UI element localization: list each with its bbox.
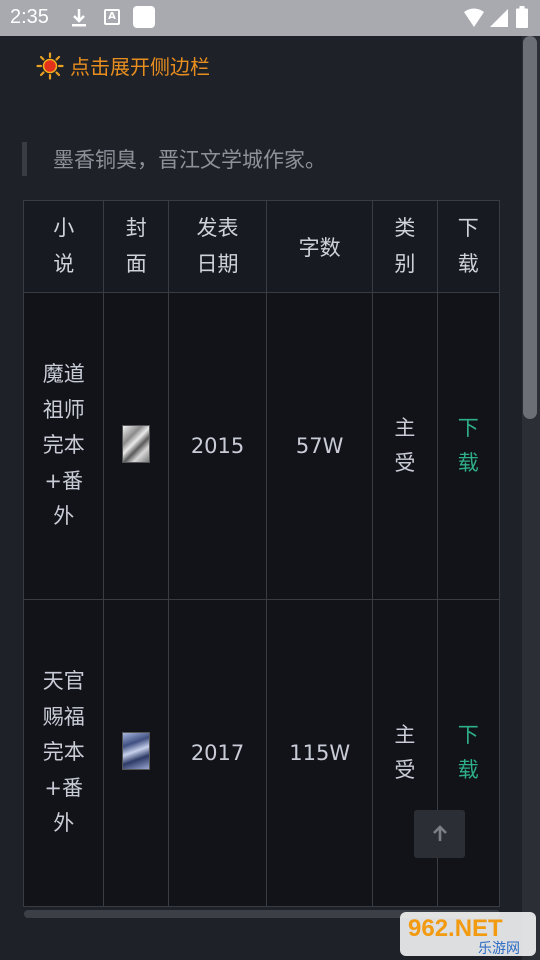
table-row: 魔道祖师完本+番外 2015 57W 主受 下载 — [23, 292, 500, 600]
publish-date-cell: 2015 — [167, 292, 268, 600]
cover-image[interactable] — [122, 424, 151, 463]
download-link[interactable]: 下载 — [456, 718, 480, 789]
signal-icon — [490, 9, 508, 27]
cover-cell — [103, 599, 169, 907]
author-quote: 墨香铜臭，晋江文学城作家。 — [22, 142, 326, 176]
header-publish-date: 发表日期 — [167, 200, 268, 293]
watermark-text: 962.NET — [408, 915, 503, 942]
header-cover: 封面 — [103, 200, 169, 293]
author-quote-text: 墨香铜臭，晋江文学城作家。 — [53, 148, 326, 172]
sidebar-toggle[interactable]: 点击展开侧边栏 — [36, 51, 210, 80]
vertical-scroll-thumb[interactable] — [523, 36, 537, 419]
download-link[interactable]: 下载 — [456, 411, 480, 482]
a-notification-icon: A — [104, 9, 120, 25]
arrow-up-icon — [432, 825, 447, 841]
header-novel: 小说 — [23, 200, 105, 293]
back-to-top-button[interactable] — [414, 810, 465, 858]
watermark-sub: 乐游网 — [478, 941, 520, 957]
download-icon — [72, 9, 86, 27]
table-row: 天官赐福完本+番外 2017 115W 主受 下载 — [23, 599, 500, 907]
category-cell: 主受 — [372, 292, 438, 600]
sidebar-toggle-label: 点击展开侧边栏 — [70, 55, 210, 79]
status-time: 2:35 — [10, 6, 49, 28]
wifi-icon — [464, 8, 484, 27]
battery-icon — [516, 6, 528, 28]
category-cell: 主受 — [372, 599, 438, 907]
novel-table-container[interactable]: 小说 封面 发表日期 字数 类别 下载 魔道祖师完本+番外 2015 57W 主… — [23, 200, 500, 908]
novel-table: 小说 封面 发表日期 字数 类别 下载 魔道祖师完本+番外 2015 57W 主… — [23, 200, 500, 907]
word-count-cell: 115W — [266, 599, 374, 907]
header-word-count: 字数 — [266, 200, 374, 293]
novel-title-cell: 魔道祖师完本+番外 — [23, 292, 105, 600]
download-cell: 下载 — [436, 292, 500, 600]
cover-image[interactable] — [122, 731, 151, 770]
app-square-icon — [133, 6, 155, 28]
word-count-cell: 57W — [266, 292, 374, 600]
site-watermark-logo: 962.NET 乐游网 — [400, 912, 536, 957]
download-cell: 下载 — [436, 599, 500, 907]
publish-date-cell: 2017 — [167, 599, 268, 907]
sun-icon — [36, 51, 64, 80]
header-download: 下载 — [436, 200, 500, 293]
cover-cell — [103, 292, 169, 600]
novel-title-cell: 天官赐福完本+番外 — [23, 599, 105, 907]
status-bar: 2:35 A — [0, 0, 540, 36]
header-category: 类别 — [372, 200, 438, 293]
table-header-row: 小说 封面 发表日期 字数 类别 下载 — [23, 200, 500, 293]
